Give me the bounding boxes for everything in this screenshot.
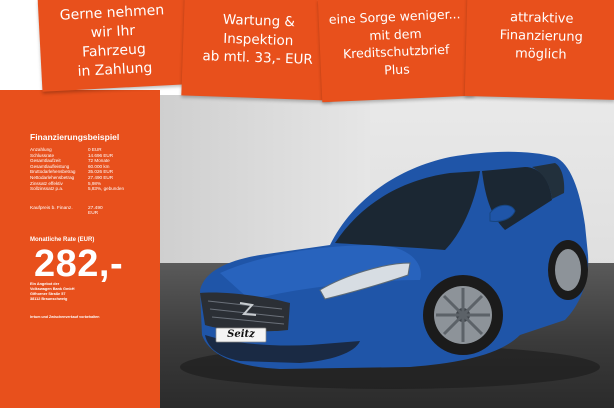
- banner-maintenance: Wartung & Inspektion ab mtl. 33,- EUR: [181, 0, 335, 101]
- financing-table: Anzahlung 0 EUR Schlussrate 14.696 EUR Ges…: [30, 147, 124, 192]
- lender-info: Ein Angebot der Volkswagen Bank GmbH Gif…: [30, 282, 75, 301]
- license-plate: Seitz: [227, 329, 255, 340]
- banner-trade-in: Gerne nehmen wir Ihr Fahrzeug in Zahlung: [37, 0, 190, 92]
- financing-panel: Finanzierungsbeispiel Anzahlung 0 EUR Sch…: [0, 90, 160, 408]
- purchase-label: Kaufpreis b. Finanz.: [30, 206, 73, 211]
- car-photo: Seitz: [160, 95, 614, 408]
- financing-title: Finanzierungsbeispiel: [30, 132, 120, 142]
- monthly-rate-value: 282,-: [34, 243, 124, 285]
- banner-credit-protection: eine Sorge weniger... mit dem Kreditschu…: [317, 0, 475, 103]
- disclaimer: Irrtum und Zwischenverkauf vorbehalten: [30, 315, 100, 319]
- banner-financing: attraktive Finanzierung möglich: [464, 0, 614, 100]
- car-image: [180, 151, 600, 389]
- purchase-value: 27.490 EUR: [88, 206, 103, 216]
- table-row: Sollzinssatz p.a. 5,83%, gebunden: [30, 186, 125, 192]
- car-ad: Seitz Finanzierungsbeispiel Anzahlung 0 E…: [0, 0, 614, 408]
- purchase-price: Kaufpreis b. Finanz. 27.490 EUR: [30, 206, 103, 216]
